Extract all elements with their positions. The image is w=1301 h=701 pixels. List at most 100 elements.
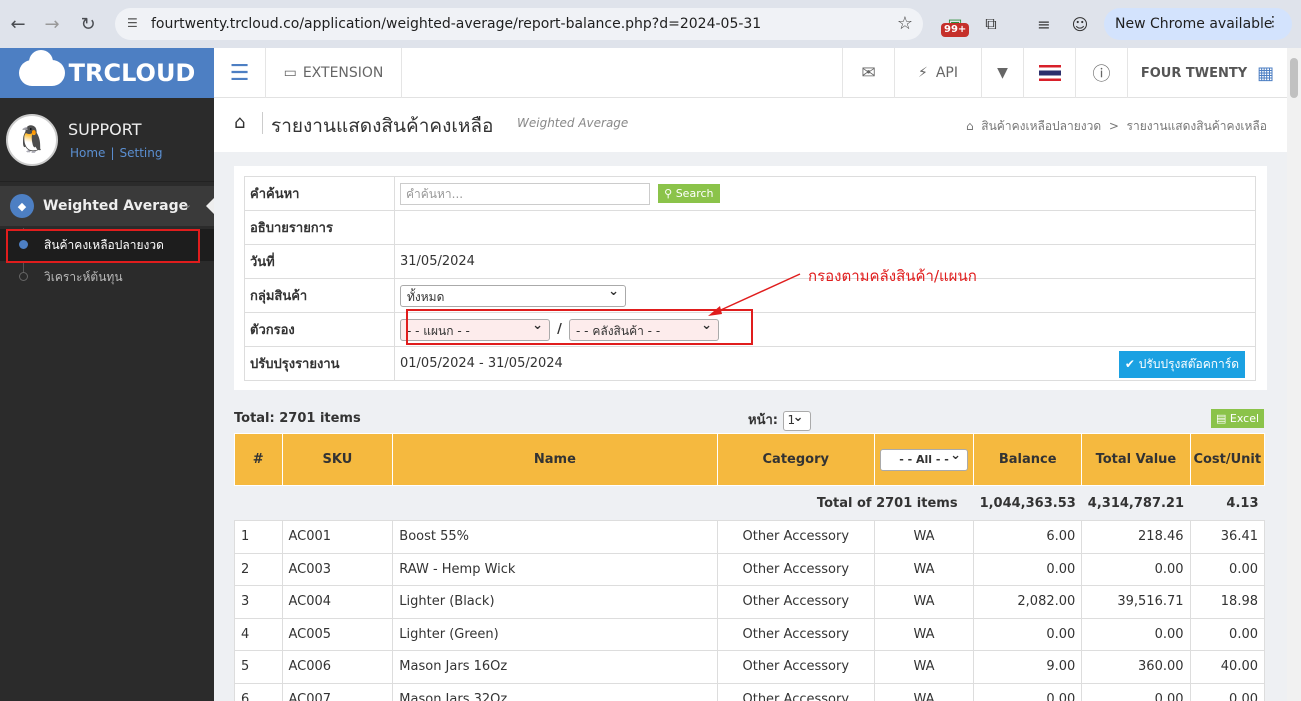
col-num: # — [234, 433, 283, 486]
site-info-icon[interactable]: ☰ — [127, 16, 143, 32]
col-balance: Balance — [973, 433, 1083, 486]
table-row[interactable]: 1 AC001 Boost 55% Other Accessory WA 6.00 218.… — [234, 520, 1266, 554]
top-navbar: ☰ ▭ EXTENSION ✉ ⚡ API ▼ ⓘ FOUR TWENTY ▦ — [214, 48, 1287, 98]
company-label: FOUR TWENTY — [1140, 65, 1248, 81]
hamburger-menu-icon[interactable]: ☰ — [214, 48, 266, 98]
total-items: Total: 2701 items — [234, 411, 361, 426]
page-scrollbar[interactable] — [1287, 48, 1301, 701]
cell-total-value: 0.00 — [1081, 617, 1191, 651]
back-icon[interactable]: ← — [0, 6, 36, 42]
mail-icon[interactable]: ✉ — [842, 48, 894, 98]
cell-method: WA — [874, 552, 975, 586]
company-menu[interactable]: FOUR TWENTY ▦ — [1127, 48, 1287, 98]
update-stock-card-button[interactable]: ✔ ปรับปรุงสต๊อคการ์ด — [1118, 351, 1245, 378]
method-filter-select[interactable]: - - All - - — [880, 448, 969, 471]
description-value — [394, 210, 1256, 245]
caret-down-icon[interactable]: ▼ — [981, 48, 1023, 98]
adjust-range: 01/05/2024 - 31/05/2024 — [400, 356, 563, 371]
scrollbar-thumb[interactable] — [1290, 58, 1298, 98]
filter-label: ตัวกรอง — [244, 312, 395, 347]
extension-menu[interactable]: ▭ EXTENSION — [266, 48, 402, 98]
page-select[interactable]: 1 — [782, 410, 811, 431]
cell-sku: AC001 — [281, 520, 394, 554]
home-link[interactable]: Home — [70, 146, 105, 160]
total-cost-unit: 4.13 — [1190, 485, 1265, 521]
cell-num: 5 — [234, 650, 283, 684]
home-icon[interactable]: ⌂ — [234, 112, 245, 133]
cell-name: Lighter (Black) — [392, 585, 718, 619]
sidebar-item-label: วิเคราะห์ต้นทุน — [44, 269, 123, 284]
cell-num: 3 — [234, 585, 283, 619]
page-subtitle: Weighted Average — [517, 116, 629, 130]
cell-sku: AC005 — [281, 617, 394, 651]
breadcrumb-home-icon[interactable]: ⌂ — [966, 119, 974, 133]
cell-cost-unit: 0.00 — [1189, 682, 1266, 701]
forward-icon[interactable]: → — [34, 6, 70, 42]
cell-balance: 0.00 — [973, 552, 1083, 586]
thai-flag-icon[interactable] — [1023, 48, 1075, 98]
extensions-puzzle-icon[interactable]: ⧉ — [977, 10, 1005, 38]
cell-name: RAW - Hemp Wick — [392, 552, 718, 586]
col-cost-unit: Cost/Unit — [1189, 433, 1266, 486]
bookmark-star-icon[interactable]: ☆ — [897, 13, 913, 34]
cell-method: WA — [874, 520, 975, 554]
api-menu[interactable]: ⚡ API — [894, 48, 981, 98]
sidebar-section-weighted-average[interactable]: ◆ Weighted Average ⌄ — [0, 186, 214, 226]
cell-name: Boost 55% — [392, 520, 718, 554]
reload-icon[interactable]: ↻ — [70, 6, 106, 42]
breadcrumb-item: รายงานแสดงสินค้าคงเหลือ — [1126, 119, 1267, 133]
search-button-label: Search — [675, 187, 714, 200]
logo-text: TRCLOUD — [68, 59, 196, 87]
search-button[interactable]: ⚲ Search — [658, 184, 720, 203]
col-sku: SKU — [281, 433, 394, 486]
help-icon[interactable]: ⓘ — [1075, 48, 1127, 98]
check-icon: ✔ — [1124, 357, 1135, 371]
media-control-icon[interactable]: ≡ — [1030, 10, 1058, 38]
cell-num: 2 — [234, 552, 283, 586]
cell-num: 6 — [234, 682, 283, 701]
cell-cost-unit: 36.41 — [1189, 520, 1266, 554]
group-label: กลุ่มสินค้า — [244, 278, 395, 313]
new-chrome-label: New Chrome available — [1115, 16, 1273, 32]
search-input[interactable]: คำค้นหา... — [400, 182, 650, 205]
description-label: อธิบายรายการ — [244, 210, 395, 245]
monitor-icon: ▭ — [283, 65, 297, 81]
table-row[interactable]: 3 AC004 Lighter (Black) Other Accessory WA 2,… — [234, 585, 1266, 619]
breadcrumb-item[interactable]: สินค้าคงเหลือปลายงวด — [981, 119, 1101, 133]
setting-link[interactable]: Setting — [119, 146, 162, 160]
cell-cost-unit: 0.00 — [1189, 552, 1266, 586]
cell-total-value: 0.00 — [1081, 552, 1191, 586]
table-row[interactable]: 6 AC007 Mason Jars 32Oz Other Accessory WA 0.… — [234, 682, 1266, 701]
cell-category: Other Accessory — [716, 585, 876, 619]
avatar[interactable]: 🐧 — [6, 114, 58, 166]
cell-total-value: 218.46 — [1081, 520, 1191, 554]
cloud-icon — [18, 50, 65, 86]
sidebar-item-cost-analysis[interactable]: วิเคราะห์ต้นทุน — [0, 261, 214, 293]
cell-method: WA — [874, 617, 975, 651]
cell-sku: AC003 — [281, 552, 394, 586]
profile-avatar-icon[interactable]: ☺ — [1066, 10, 1094, 38]
user-name: SUPPORT — [68, 120, 142, 139]
active-notch — [206, 198, 214, 214]
menu-kebab-icon[interactable]: ⋮ — [1266, 14, 1280, 30]
cell-category: Other Accessory — [716, 520, 876, 554]
sidebar: 🐧 SUPPORT Home | Setting ◆ Weighted Averag… — [0, 98, 214, 701]
new-chrome-button[interactable]: New Chrome available ⋮ — [1104, 8, 1292, 40]
cell-balance: 6.00 — [973, 520, 1083, 554]
table-row[interactable]: 4 AC005 Lighter (Green) Other Accessory WA 0.… — [234, 617, 1266, 651]
table-row[interactable]: 2 AC003 RAW - Hemp Wick Other Accessory WA 0.… — [234, 552, 1266, 586]
page-label: หน้า: — [748, 413, 778, 428]
total-value: 4,314,787.21 — [1081, 485, 1191, 521]
extension-label: EXTENSION — [302, 65, 384, 81]
browser-toolbar: ← → ↻ ☰ fourtwenty.trcloud.co/applicatio… — [0, 0, 1301, 48]
excel-export-button[interactable]: ▤ Excel — [1211, 409, 1265, 428]
address-bar[interactable]: ☰ fourtwenty.trcloud.co/application/weig… — [115, 8, 923, 40]
app-logo[interactable]: TRCLOUD — [0, 48, 214, 98]
cell-total-value: 0.00 — [1081, 682, 1191, 701]
cell-cost-unit: 0.00 — [1189, 617, 1266, 651]
table-row[interactable]: 5 AC006 Mason Jars 16Oz Other Accessory WA 9.… — [234, 650, 1266, 684]
product-group-select[interactable]: ทั้งหมด — [400, 284, 626, 307]
filter-panel: คำค้นหา คำค้นหา... ⚲ Search อธิบายรายการ… — [234, 166, 1267, 390]
cell-category: Other Accessory — [716, 617, 876, 651]
main-content: ⌂ รายงานแสดงสินค้าคงเหลือ Weighted Avera… — [214, 98, 1287, 701]
